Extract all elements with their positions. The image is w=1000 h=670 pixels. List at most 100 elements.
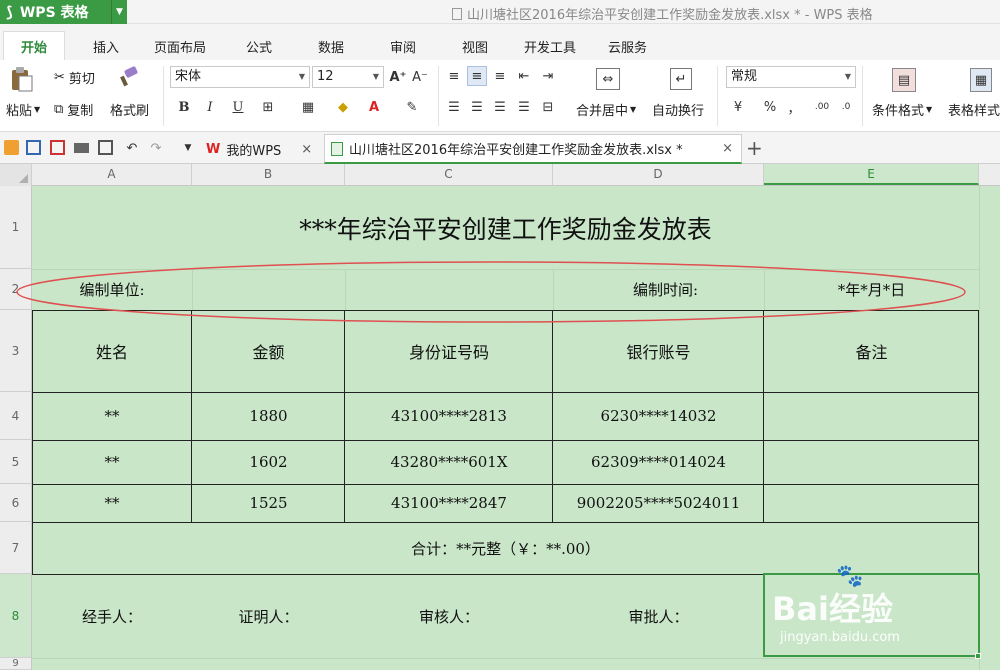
row-header-6[interactable]: 6 bbox=[0, 484, 32, 522]
table-cell[interactable]: ** bbox=[32, 392, 192, 440]
align-left-icon[interactable]: ☰ bbox=[444, 97, 464, 117]
align-middle-icon[interactable]: ≡ bbox=[467, 66, 487, 86]
sheet-title[interactable]: ***年综治平安创建工作奖励金发放表 bbox=[32, 186, 979, 269]
italic-button[interactable]: I bbox=[200, 97, 220, 117]
clear-format-icon[interactable]: ✎ bbox=[402, 97, 422, 117]
table-cell[interactable]: 1880 bbox=[192, 392, 345, 440]
border-icon[interactable]: ⊞ bbox=[258, 97, 278, 117]
undo-icon[interactable]: ↶ bbox=[122, 138, 142, 158]
table-cell[interactable]: ** bbox=[32, 440, 192, 484]
percent-button[interactable]: % bbox=[760, 97, 780, 117]
export-pdf-icon[interactable] bbox=[50, 140, 65, 155]
table-style-button[interactable]: 表格样式 bbox=[948, 100, 1000, 119]
tab-formula[interactable]: 公式 bbox=[246, 37, 272, 56]
font-size-select[interactable]: 12 ▼ bbox=[312, 66, 384, 88]
signature-reviewer[interactable]: 审核人： bbox=[345, 574, 553, 658]
font-name-select[interactable]: 宋体 ▼ bbox=[170, 66, 310, 88]
format-painter-icon[interactable] bbox=[118, 66, 140, 88]
selected-cell-e8[interactable] bbox=[763, 573, 980, 657]
table-cell[interactable] bbox=[764, 440, 979, 484]
header-remark[interactable]: 备注 bbox=[764, 310, 979, 392]
decrease-font-icon[interactable]: A⁻ bbox=[410, 67, 430, 87]
row-header-8[interactable]: 8 bbox=[0, 574, 32, 658]
table-cell[interactable] bbox=[764, 484, 979, 522]
sheet-grid[interactable]: A B C D E 1 2 3 4 5 6 7 8 9 ***年综治平安创建工作… bbox=[0, 164, 1000, 670]
table-cell[interactable]: 62309****014024 bbox=[553, 440, 764, 484]
row-header-7[interactable]: 7 bbox=[0, 522, 32, 574]
signature-witness[interactable]: 证明人： bbox=[192, 574, 345, 658]
close-icon[interactable]: × bbox=[301, 142, 312, 157]
justify-icon[interactable]: ☰ bbox=[514, 97, 534, 117]
fill-handle[interactable] bbox=[975, 653, 981, 659]
tab-my-wps[interactable]: W 我的WPS × bbox=[200, 136, 320, 162]
header-name[interactable]: 姓名 bbox=[32, 310, 192, 392]
increase-indent-icon[interactable]: ⇥ bbox=[538, 66, 558, 86]
row-header-3[interactable]: 3 bbox=[0, 310, 32, 392]
increase-decimal-icon[interactable]: .00 bbox=[812, 97, 832, 117]
wrap-text-button[interactable]: 自动换行 bbox=[652, 100, 704, 119]
header-amount[interactable]: 金额 bbox=[192, 310, 345, 392]
tab-cloud-service[interactable]: 云服务 bbox=[608, 37, 647, 56]
row-header-9[interactable]: 9 bbox=[0, 658, 32, 670]
conditional-format-button[interactable]: 条件格式 ▼ bbox=[872, 100, 932, 119]
table-cell[interactable]: 1525 bbox=[192, 484, 345, 522]
tab-review[interactable]: 审阅 bbox=[390, 37, 416, 56]
fill-color-icon[interactable]: ◆ bbox=[333, 97, 353, 117]
column-header-b[interactable]: B bbox=[192, 164, 345, 185]
merge-center-icon[interactable]: ⇔ bbox=[596, 68, 620, 90]
table-cell[interactable]: ** bbox=[32, 484, 192, 522]
row-header-4[interactable]: 4 bbox=[0, 392, 32, 440]
tab-developer[interactable]: 开发工具 bbox=[524, 37, 576, 56]
row-header-1[interactable]: 1 bbox=[0, 186, 32, 269]
tab-insert[interactable]: 插入 bbox=[93, 37, 119, 56]
table-cell[interactable]: 6230****14032 bbox=[553, 392, 764, 440]
tab-data[interactable]: 数据 bbox=[318, 37, 344, 56]
merge-center-button[interactable]: 合并居中 ▼ bbox=[576, 100, 636, 119]
decrease-decimal-icon[interactable]: .0 bbox=[836, 97, 856, 117]
redo-icon[interactable]: ↷ bbox=[146, 138, 166, 158]
align-top-icon[interactable]: ≡ bbox=[444, 66, 464, 86]
chevron-down-icon[interactable]: ▼ bbox=[178, 138, 198, 158]
currency-icon[interactable]: ¥ bbox=[728, 97, 748, 117]
wrap-text-icon[interactable]: ↵ bbox=[670, 68, 692, 90]
column-header-a[interactable]: A bbox=[32, 164, 192, 185]
align-right-icon[interactable]: ☰ bbox=[490, 97, 510, 117]
number-format-select[interactable]: 常规 ▼ bbox=[726, 66, 856, 88]
table-cell[interactable] bbox=[764, 392, 979, 440]
fill-pattern-icon[interactable]: ▦ bbox=[298, 97, 318, 117]
unit-label-cell[interactable]: 编制单位: bbox=[32, 269, 192, 310]
column-header-c[interactable]: C bbox=[345, 164, 553, 185]
tab-home[interactable]: 开始 bbox=[3, 31, 65, 60]
print-preview-icon[interactable] bbox=[98, 140, 113, 155]
print-icon[interactable] bbox=[74, 143, 89, 153]
table-cell[interactable]: 43280****601X bbox=[345, 440, 553, 484]
table-cell[interactable]: 1602 bbox=[192, 440, 345, 484]
save-icon[interactable] bbox=[26, 140, 41, 155]
paste-button[interactable] bbox=[8, 66, 34, 94]
bold-button[interactable]: B bbox=[174, 97, 194, 117]
tab-view[interactable]: 视图 bbox=[462, 37, 488, 56]
header-id-number[interactable]: 身份证号码 bbox=[345, 310, 553, 392]
column-header-e[interactable]: E bbox=[764, 164, 979, 185]
align-center-icon[interactable]: ☰ bbox=[467, 97, 487, 117]
format-painter-button[interactable]: 格式刷 bbox=[110, 100, 149, 119]
column-header-d[interactable]: D bbox=[553, 164, 764, 185]
distribute-icon[interactable]: ⊟ bbox=[538, 97, 558, 117]
increase-font-icon[interactable]: A⁺ bbox=[388, 67, 408, 87]
tab-spreadsheet-file[interactable]: 山川塘社区2016年综治平安创建工作奖励金发放表.xlsx * × bbox=[324, 134, 742, 164]
comma-button[interactable]: ， bbox=[784, 97, 804, 117]
signature-approver[interactable]: 审批人： bbox=[553, 574, 764, 658]
table-cell[interactable]: 9002205****5024011 bbox=[553, 484, 764, 522]
close-icon[interactable]: × bbox=[722, 141, 733, 156]
cut-button[interactable]: ✂ 剪切 bbox=[54, 68, 95, 87]
paste-label[interactable]: 粘贴 ▼ bbox=[6, 100, 40, 119]
new-tab-icon[interactable]: + bbox=[746, 136, 763, 160]
row-header-5[interactable]: 5 bbox=[0, 440, 32, 484]
decrease-indent-icon[interactable]: ⇤ bbox=[514, 66, 534, 86]
time-value-cell[interactable]: *年*月*日 bbox=[764, 269, 979, 310]
tab-page-layout[interactable]: 页面布局 bbox=[154, 37, 206, 56]
time-label-cell[interactable]: 编制时间: bbox=[553, 269, 764, 310]
font-color-icon[interactable]: A bbox=[364, 97, 384, 117]
underline-button[interactable]: U bbox=[228, 97, 248, 117]
chevron-down-icon[interactable]: ▼ bbox=[111, 0, 127, 24]
